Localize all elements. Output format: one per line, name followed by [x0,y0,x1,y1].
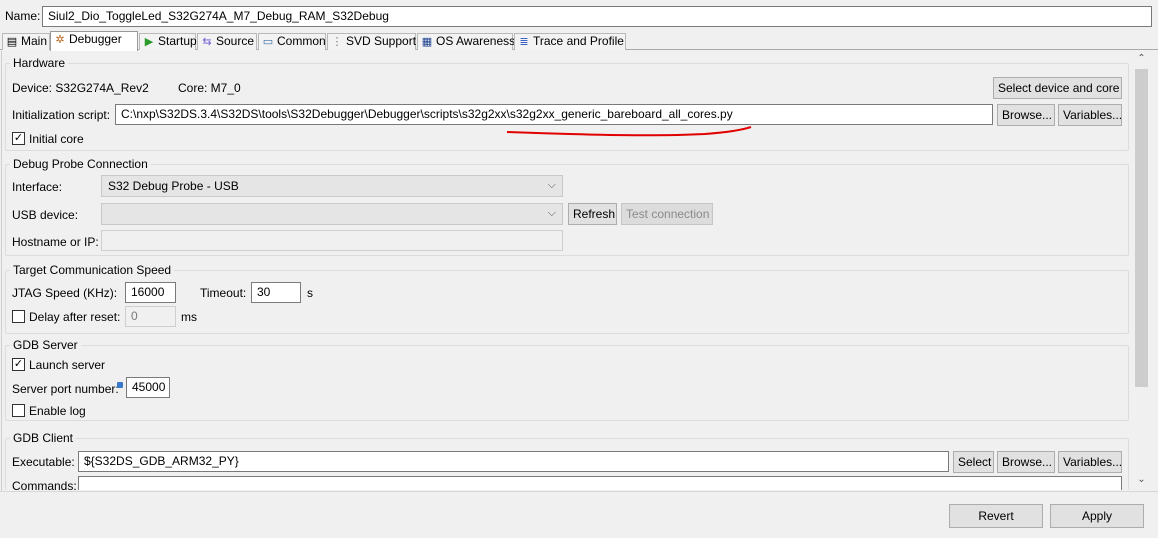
enable-log-label: Enable log [29,404,86,418]
gdb-server-group-title: GDB Server [10,338,81,352]
commands-label: Commands: [12,479,77,490]
tab-source[interactable]: ⇆ Source [197,33,257,50]
timeout-unit: s [307,286,313,300]
tab-startup[interactable]: ▶ Startup [139,33,197,50]
commands-textarea[interactable] [78,476,1122,490]
delay-after-reset-input[interactable]: 0 [125,306,176,327]
launch-server-checkbox[interactable]: ✓ [12,358,25,371]
registers-icon: ⋮ [331,36,343,48]
initial-core-checkbox[interactable]: ✓ [12,132,25,145]
red-underline-annotation [506,126,752,137]
delay-unit: ms [181,310,197,324]
chevron-down-icon: ⌵ [547,179,556,191]
delay-after-reset-label: Delay after reset: [29,310,121,324]
executable-browse-button[interactable]: Browse... [997,451,1055,473]
play-icon: ▶ [144,36,154,48]
tab-common[interactable]: ▭ Common [258,33,326,50]
usb-device-select[interactable]: ⌵ [101,203,563,225]
tab-os-label: OS Awareness [436,34,516,48]
jtag-speed-input[interactable]: 16000 [125,282,176,303]
tab-trace-label: Trace and Profile [533,34,624,48]
timeout-label: Timeout: [200,286,247,300]
tab-source-label: Source [216,34,255,48]
document-icon: ▤ [6,36,18,48]
interface-label: Interface: [12,180,63,194]
gdb-server-group [5,345,1129,421]
server-port-label: Server port number: [12,382,119,396]
os-icon: ▦ [421,36,433,48]
server-port-input[interactable]: 45000 [126,377,170,398]
vertical-scrollbar[interactable]: ⌃ ⌄ [1133,51,1150,491]
commands-clip: Commands: [0,476,1130,490]
hardware-group-title: Hardware [10,56,69,70]
info-decorator-icon [117,382,123,388]
delay-after-reset-checkbox[interactable] [12,310,25,323]
initial-core-label: Initial core [29,132,84,146]
init-variables-button[interactable]: Variables... [1058,104,1122,126]
bug-icon: ✲ [55,34,65,46]
hostname-label: Hostname or IP: [12,235,99,249]
scroll-down-icon[interactable]: ⌄ [1133,472,1150,488]
tab-svd-support[interactable]: ⋮ SVD Support [327,33,416,50]
scroll-up-icon[interactable]: ⌃ [1133,51,1150,67]
hostname-input[interactable] [101,230,563,251]
tab-startup-label: Startup [158,34,197,48]
executable-select-button[interactable]: Select [953,451,994,473]
timeout-input[interactable]: 30 [251,282,301,303]
initialization-script-label: Initialization script: [12,108,111,122]
executable-input[interactable]: ${S32DS_GDB_ARM32_PY} [78,451,949,472]
window-icon: ▭ [262,36,274,48]
launch-server-label: Launch server [29,358,106,372]
debug-probe-group-title: Debug Probe Connection [10,157,151,171]
tab-debugger-label: Debugger [69,32,122,46]
interface-select[interactable]: S32 Debug Probe - USB ⌵ [101,175,563,197]
apply-button[interactable]: Apply [1050,504,1144,528]
name-label: Name: [5,9,41,23]
gdb-client-group-title: GDB Client [10,431,77,445]
tab-main[interactable]: ▤ Main [2,33,50,50]
tab-svd-label: SVD Support [346,34,417,48]
tab-bar: ▤ Main ✲ Debugger ▶ Startup ⇆ Source ▭ Common… [0,31,1158,51]
chevron-down-icon: ⌵ [547,207,556,219]
enable-log-checkbox[interactable] [12,404,25,417]
scrollbar-thumb[interactable] [1135,69,1148,387]
jtag-speed-label: JTAG Speed (KHz): [12,286,118,300]
speed-group-title: Target Communication Speed [10,263,175,277]
executable-variables-button[interactable]: Variables... [1058,451,1122,473]
core-label: Core: M7_0 [178,81,241,95]
footer-divider [0,491,1158,492]
init-browse-button[interactable]: Browse... [997,104,1055,126]
refresh-button[interactable]: Refresh [568,203,617,225]
source-icon: ⇆ [202,36,212,48]
configuration-name-input[interactable]: Siul2_Dio_ToggleLed_S32G274A_M7_Debug_RA… [42,6,1152,27]
device-label: Device: S32G274A_Rev2 [12,81,149,95]
tab-trace-and-profile[interactable]: ≣ Trace and Profile [514,33,626,50]
select-device-and-core-button[interactable]: Select device and core [993,77,1122,99]
tab-main-label: Main [21,34,48,48]
tab-debugger[interactable]: ✲ Debugger [50,31,138,51]
executable-label: Executable: [12,455,75,469]
tab-os-awareness[interactable]: ▦ OS Awareness [417,33,516,50]
interface-select-value: S32 Debug Probe - USB [108,179,239,193]
trace-icon: ≣ [519,36,529,48]
revert-button[interactable]: Revert [949,504,1043,528]
usb-device-label: USB device: [12,208,79,222]
tab-common-label: Common [277,34,326,48]
test-connection-button[interactable]: Test connection [621,203,713,225]
